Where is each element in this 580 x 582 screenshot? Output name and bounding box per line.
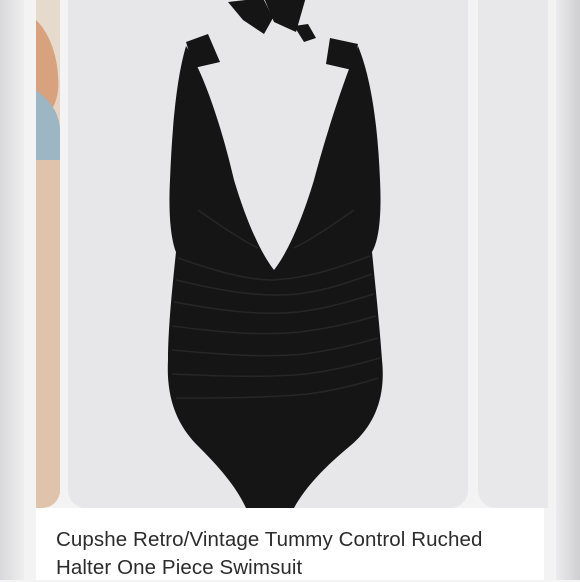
next-image-card[interactable] (478, 0, 548, 508)
product-image-card[interactable] (68, 0, 468, 508)
product-viewer: Cupshe Retro/Vintage Tummy Control Ruche… (0, 0, 580, 580)
previous-product-image (36, 0, 60, 508)
left-screen-edge (0, 0, 24, 580)
product-info-sheet: Cupshe Retro/Vintage Tummy Control Ruche… (36, 508, 544, 580)
product-title: Cupshe Retro/Vintage Tummy Control Ruche… (56, 528, 483, 579)
swimsuit-image (68, 0, 468, 508)
previous-image-card[interactable] (36, 0, 60, 508)
right-screen-edge (556, 0, 580, 580)
